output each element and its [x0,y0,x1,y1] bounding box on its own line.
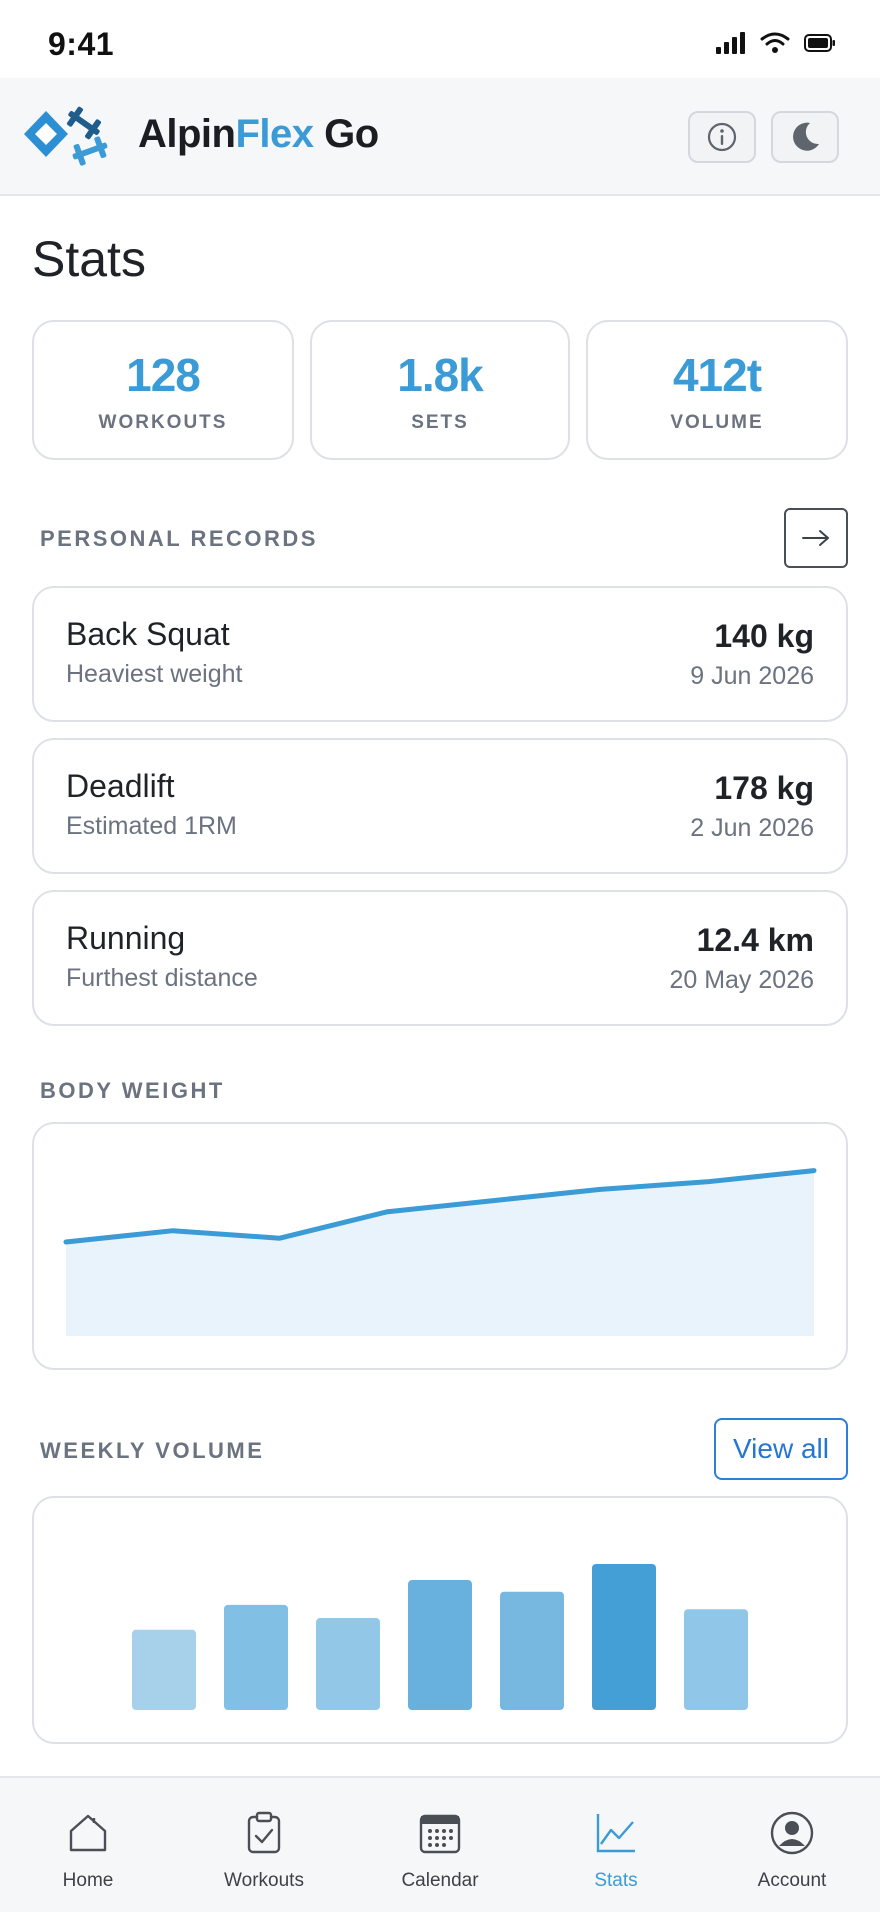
stat-label: VOLUME [670,412,764,433]
calendar-icon [419,1814,461,1854]
tab-label: Stats [594,1870,638,1891]
tab-label: Account [757,1870,827,1891]
record-card-running[interactable]: Running Furthest distance 12.4 km 20 May… [32,890,848,1026]
stat-value: 412t [672,349,762,401]
weekly-volume-chart [132,1564,748,1710]
dark-mode-toggle[interactable] [771,111,839,163]
volume-bar [592,1564,656,1710]
alpinflex-logo-icon [24,106,108,166]
record-value: 140 kg [714,618,814,654]
stat-label: WORKOUTS [98,412,228,433]
record-card-deadlift[interactable]: Deadlift Estimated 1RM 178 kg 2 Jun 2026 [32,738,848,874]
home-icon [69,1814,107,1852]
volume-bar [224,1604,288,1710]
arrow-right-icon [802,530,829,546]
user-circle-icon [770,1811,814,1855]
record-date: 2 Jun 2026 [690,814,814,842]
weight-area-fill [66,1170,814,1336]
personal-records-heading: PERSONAL RECORDS [40,526,318,551]
brand-name: AlpinFlex Go [138,112,379,157]
brand-part-flex: Flex [235,112,314,156]
moon-icon [793,122,819,151]
weekly-volume-chart-card [32,1496,848,1744]
record-name: Back Squat [66,616,230,652]
app-header: AlpinFlex Go [0,78,880,196]
record-value: 178 kg [714,770,814,806]
stat-value: 1.8k [397,349,484,401]
stat-card-workouts: 128 WORKOUTS [32,320,294,460]
record-name: Running [66,920,186,956]
volume-bar [408,1580,472,1710]
record-date: 9 Jun 2026 [690,662,814,690]
personal-records-more-button[interactable] [784,508,848,568]
status-time: 9:41 [48,26,115,62]
status-bar: 9:41 [0,0,880,78]
tab-label: Home [62,1870,114,1891]
tab-home[interactable]: Home [0,1778,176,1912]
battery-icon [804,34,835,52]
bottom-tab-bar: Home Workouts Calendar Stats Account [0,1776,880,1912]
tab-stats[interactable]: Stats [528,1778,704,1912]
volume-bar [316,1618,380,1710]
body-weight-chart [63,1168,817,1336]
wifi-icon [760,32,790,53]
record-type: Heaviest weight [66,660,243,688]
record-type: Estimated 1RM [66,812,237,840]
stat-value: 128 [126,349,201,401]
body-weight-chart-card [32,1122,848,1370]
signal-icon [716,32,745,54]
info-icon [707,122,737,152]
body-weight-heading: BODY WEIGHT [40,1078,225,1103]
tab-label: Calendar [401,1870,479,1891]
volume-bar [500,1591,564,1710]
info-button[interactable] [688,111,756,163]
record-name: Deadlift [66,768,175,804]
volume-bar [132,1629,196,1710]
brand-part-go: Go [313,112,379,156]
clipboard-check-icon [247,1811,281,1854]
tab-label: Workouts [224,1870,304,1891]
record-card-back-squat[interactable]: Back Squat Heaviest weight 140 kg 9 Jun … [32,586,848,722]
stat-card-sets: 1.8k SETS [310,320,570,460]
record-date: 20 May 2026 [669,966,814,994]
tab-calendar[interactable]: Calendar [352,1778,528,1912]
stat-card-volume: 412t VOLUME [586,320,848,460]
record-type: Furthest distance [66,964,258,992]
weekly-volume-heading: WEEKLY VOLUME [40,1438,265,1463]
brand-part-alpin: Alpin [138,112,236,156]
record-value: 12.4 km [696,922,814,958]
tab-account[interactable]: Account [704,1778,880,1912]
page-title: Stats [32,231,146,287]
stat-label: SETS [411,412,469,433]
tab-workouts[interactable]: Workouts [176,1778,352,1912]
chart-line-icon [596,1814,635,1853]
status-icons [716,32,836,54]
view-all-button[interactable]: View all [714,1418,848,1480]
volume-bar [684,1609,748,1710]
